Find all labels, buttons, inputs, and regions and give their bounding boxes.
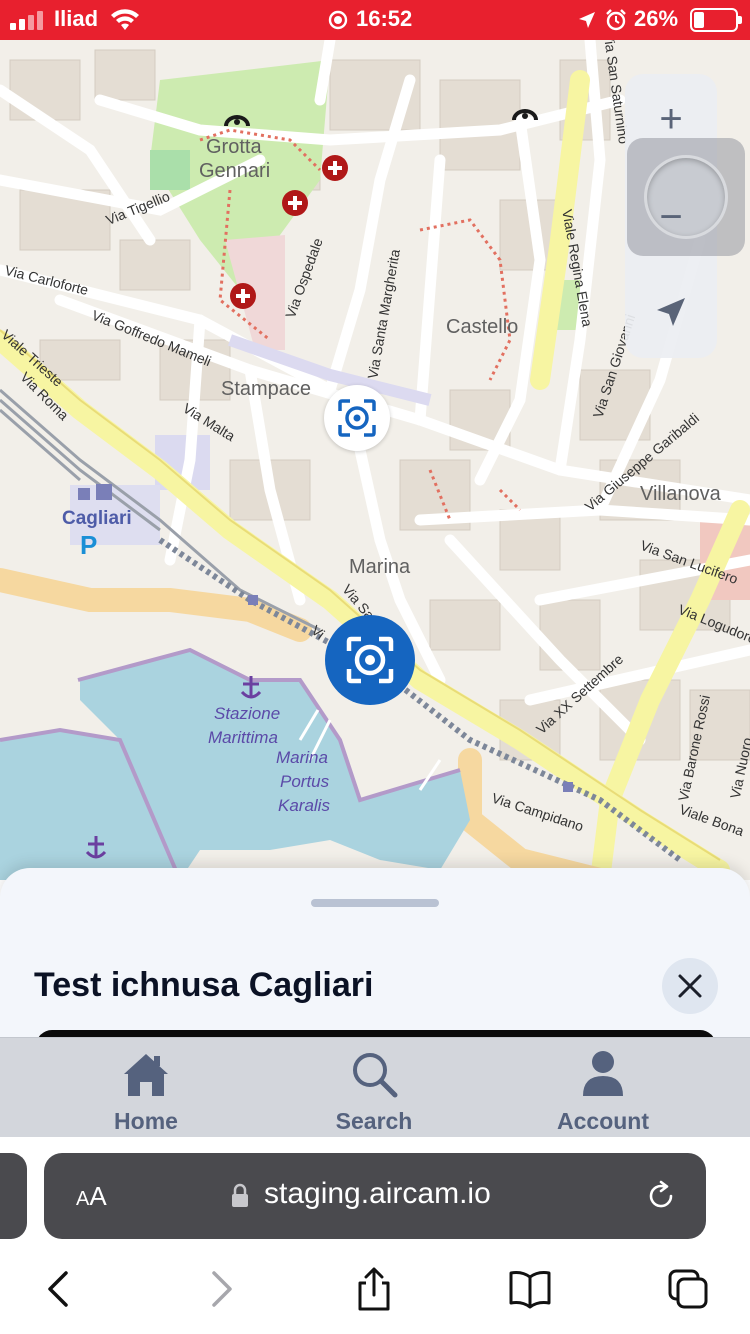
close-button[interactable] [662, 958, 718, 1014]
app-tab-bar: Home Search Account [0, 1037, 750, 1137]
lock-icon [232, 1183, 248, 1207]
battery-level [694, 12, 704, 28]
water-label: Stazione [214, 704, 281, 723]
text-size-button[interactable]: AA [76, 1181, 107, 1212]
map-view[interactable]: Grotta Gennari Castello Stampace Villano… [0, 40, 750, 880]
camera-marker[interactable] [324, 385, 390, 451]
selected-camera-marker[interactable] [325, 615, 415, 705]
place-label-stampace: Stampace [221, 378, 312, 400]
back-icon[interactable] [38, 1267, 82, 1311]
status-bar: Iliad 16:52 26% [0, 0, 750, 40]
search-icon [353, 1053, 398, 1098]
alarm-icon [606, 9, 626, 31]
place-label-grotta: Grotta [206, 136, 262, 158]
carrier-name: Iliad [54, 6, 99, 31]
browser-toolbar: AA staging.aircam.io [0, 1137, 750, 1334]
tab-search[interactable]: Search [274, 1038, 474, 1138]
camera-details-sheet[interactable]: Test ichnusa Cagliari [0, 868, 750, 1038]
location-services-icon [579, 12, 595, 28]
sheet-title: Test ichnusa Cagliari [34, 966, 374, 1004]
sheet-drag-handle[interactable] [311, 899, 439, 907]
place-label-villanova: Villanova [640, 483, 721, 505]
camera-target-icon [338, 399, 376, 437]
address-bar[interactable]: AA staging.aircam.io [44, 1153, 706, 1239]
zoom-in-button[interactable]: + [647, 96, 695, 144]
bookmarks-icon[interactable] [508, 1267, 552, 1311]
tab-home[interactable]: Home [46, 1038, 246, 1138]
share-icon[interactable] [352, 1267, 396, 1311]
battery-percent: 26% [634, 6, 679, 31]
locate-me-icon[interactable] [649, 290, 693, 334]
water-label: Marittima [208, 728, 278, 747]
tab-label: Search [335, 1108, 413, 1134]
previous-tab-preview[interactable] [0, 1153, 27, 1239]
water-label: Karalis [278, 796, 330, 815]
screen-recording-icon [328, 10, 348, 30]
tab-label: Home [114, 1108, 178, 1134]
parking-label: P [80, 530, 98, 560]
place-label-marina: Marina [349, 556, 411, 578]
station-label: Cagliari [62, 508, 132, 529]
tab-label: Account [557, 1108, 649, 1134]
close-icon [678, 974, 702, 998]
camera-target-icon [346, 636, 394, 684]
tabs-icon[interactable] [666, 1267, 710, 1311]
place-label-castello: Castello [446, 316, 519, 338]
place-label-gennari: Gennari [199, 160, 271, 182]
reload-icon[interactable] [644, 1179, 678, 1213]
zoom-out-button[interactable]: − [647, 194, 695, 242]
account-icon [583, 1051, 623, 1096]
map-controls: + − [625, 74, 745, 358]
tab-account[interactable]: Account [503, 1038, 703, 1138]
cellular-signal-icon [10, 11, 43, 30]
forward-icon[interactable] [198, 1267, 242, 1311]
status-time: 16:52 [356, 6, 413, 31]
url-text: staging.aircam.io [264, 1177, 491, 1210]
wifi-icon [111, 9, 139, 30]
battery-icon [690, 8, 742, 32]
home-icon [124, 1054, 168, 1096]
water-label: Portus [280, 772, 330, 791]
water-label: Marina [276, 748, 328, 767]
